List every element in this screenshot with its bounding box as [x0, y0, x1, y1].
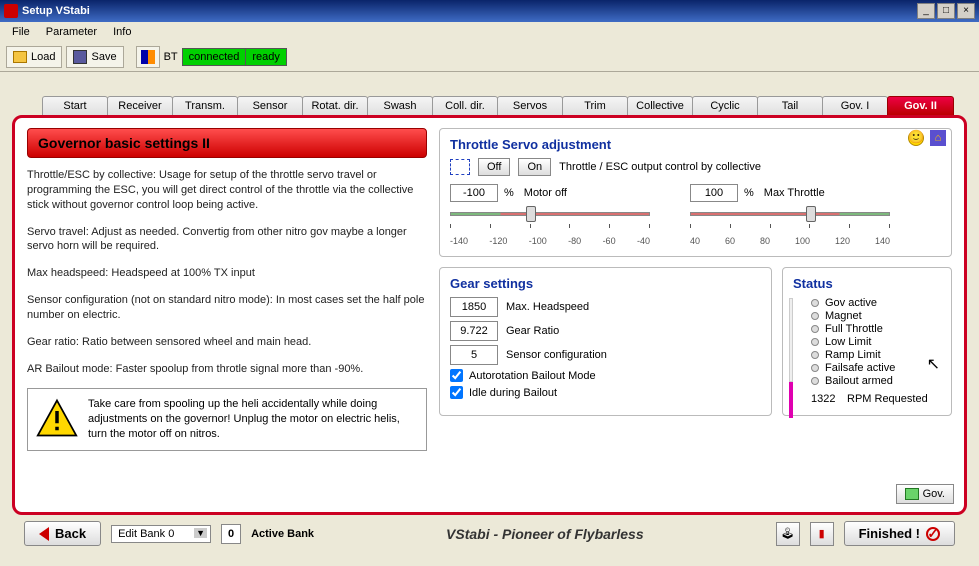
book-icon: [905, 488, 919, 500]
active-bank-label: Active Bank: [251, 528, 314, 540]
section-title: Governor basic settings II: [27, 128, 427, 158]
menu-file[interactable]: File: [4, 24, 38, 40]
arrow-left-icon: [39, 527, 49, 541]
tab-start[interactable]: Start: [42, 96, 108, 115]
bt-connected: connected: [183, 49, 247, 65]
status-led-row: Failsafe active: [811, 362, 941, 374]
idle-bailout-checkbox[interactable]: [450, 386, 463, 399]
app-icon: [4, 4, 18, 18]
tab-receiver[interactable]: Receiver: [107, 96, 173, 115]
status-bar-indicator: [789, 298, 793, 418]
tab-sensor[interactable]: Sensor: [237, 96, 303, 115]
tab-tail[interactable]: Tail: [757, 96, 823, 115]
tab-cyclic[interactable]: Cyclic: [692, 96, 758, 115]
bank-select[interactable]: Edit Bank 0: [111, 525, 211, 543]
bottom-bar: Back Edit Bank 0 0 Active Bank VStabi - …: [12, 515, 967, 552]
max-throttle-input[interactable]: [690, 184, 738, 202]
throttle-title: Throttle Servo adjustment: [450, 137, 941, 152]
rpm-value: 1322: [811, 393, 847, 405]
led-icon: [811, 312, 819, 320]
warning-box: Take care from spooling up the heli acci…: [27, 388, 427, 451]
description: Throttle/ESC by collective: Usage for se…: [27, 168, 427, 376]
tab-transm-[interactable]: Transm.: [172, 96, 238, 115]
tab-collective[interactable]: Collective: [627, 96, 693, 115]
menubar: File Parameter Info: [0, 22, 979, 42]
status-led-row: Bailout armed: [811, 375, 941, 387]
led-icon: [811, 364, 819, 372]
menu-info[interactable]: Info: [105, 24, 139, 40]
bt-label: BT: [164, 51, 178, 63]
tab-trim[interactable]: Trim: [562, 96, 628, 115]
finished-button[interactable]: Finished !✓: [844, 521, 955, 546]
status-led-row: Low Limit: [811, 336, 941, 348]
motor-off-slider[interactable]: [450, 206, 650, 222]
titlebar: Setup VStabi _ □ ×: [0, 0, 979, 22]
max-throttle-label: Max Throttle: [764, 187, 825, 199]
active-bank-number: 0: [221, 524, 241, 544]
on-button[interactable]: On: [518, 158, 551, 176]
gear-ratio-input[interactable]: [450, 321, 498, 341]
led-icon: [811, 299, 819, 307]
window-title: Setup VStabi: [22, 5, 917, 17]
save-button[interactable]: Save: [66, 46, 123, 68]
tab-bar: StartReceiverTransm.SensorRotat. dir.Swa…: [42, 96, 967, 115]
bluetooth-button[interactable]: [136, 46, 160, 68]
load-button[interactable]: Load: [6, 46, 62, 68]
toolbar: Load Save BT connected ready: [0, 42, 979, 72]
slogan: VStabi - Pioneer of Flybarless: [324, 526, 766, 542]
maximize-button[interactable]: □: [937, 3, 955, 19]
rpm-label: RPM Requested: [847, 393, 928, 405]
back-button[interactable]: Back: [24, 521, 101, 546]
main-frame: ⌂ Governor basic settings II Throttle/ES…: [12, 115, 967, 515]
warning-text: Take care from spooling up the heli acci…: [88, 397, 418, 442]
status-led-row: Magnet: [811, 310, 941, 322]
tab-swash[interactable]: Swash: [367, 96, 433, 115]
minimize-button[interactable]: _: [917, 3, 935, 19]
max-throttle-slider[interactable]: [690, 206, 890, 222]
motor-off-label: Motor off: [524, 187, 567, 199]
check-icon: ✓: [926, 527, 940, 541]
by-collective-label: Throttle / ESC output control by collect…: [559, 161, 761, 173]
close-button[interactable]: ×: [957, 3, 975, 19]
status-title: Status: [793, 276, 941, 291]
tab-gov-i[interactable]: Gov. I: [822, 96, 888, 115]
tab-coll-dir-[interactable]: Coll. dir.: [432, 96, 498, 115]
device-button[interactable]: ▮: [810, 522, 834, 546]
status-led-row: Full Throttle: [811, 323, 941, 335]
disk-icon: [73, 50, 87, 64]
led-icon: [811, 325, 819, 333]
bt-status: connected ready: [182, 48, 287, 66]
bluetooth-icon: [141, 50, 155, 64]
led-icon: [811, 338, 819, 346]
tab-rotat-dir-[interactable]: Rotat. dir.: [302, 96, 368, 115]
max-headspeed-input[interactable]: [450, 297, 498, 317]
select-box-icon[interactable]: [450, 159, 470, 175]
bt-ready: ready: [246, 49, 286, 65]
status-panel: Status Gov activeMagnetFull ThrottleLow …: [782, 267, 952, 416]
tab-gov-ii[interactable]: Gov. II: [887, 96, 954, 115]
gear-title: Gear settings: [450, 276, 761, 291]
folder-icon: [13, 51, 27, 63]
gear-panel: Gear settings Max. Headspeed Gear Ratio …: [439, 267, 772, 416]
led-icon: [811, 377, 819, 385]
led-icon: [811, 351, 819, 359]
status-led-row: Gov active: [811, 297, 941, 309]
gov-button[interactable]: Gov.: [896, 484, 954, 504]
joystick-button[interactable]: 🕹: [776, 522, 800, 546]
off-button[interactable]: Off: [478, 158, 510, 176]
motor-off-input[interactable]: [450, 184, 498, 202]
tab-servos[interactable]: Servos: [497, 96, 563, 115]
ar-bailout-checkbox[interactable]: [450, 369, 463, 382]
status-led-row: Ramp Limit: [811, 349, 941, 361]
warning-icon: [36, 397, 78, 442]
menu-parameter[interactable]: Parameter: [38, 24, 105, 40]
throttle-panel: Throttle Servo adjustment Off On Throttl…: [439, 128, 952, 257]
sensor-config-input[interactable]: [450, 345, 498, 365]
